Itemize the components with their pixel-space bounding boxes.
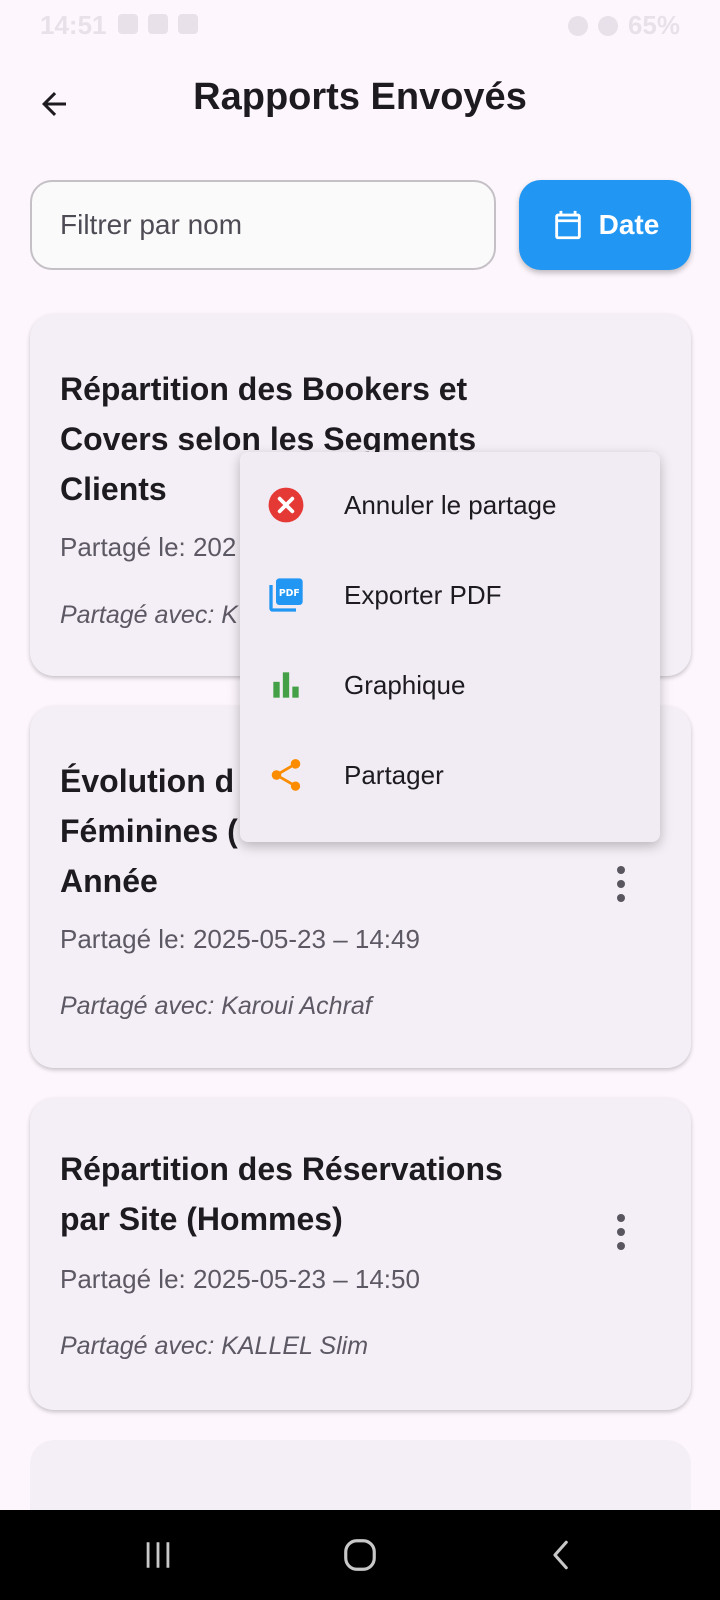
- menu-item-chart[interactable]: Graphique: [240, 640, 660, 730]
- system-back-button[interactable]: [532, 1532, 592, 1578]
- pdf-icon: PDF: [266, 575, 306, 615]
- report-shared-date: Partagé le: 202: [60, 532, 237, 562]
- lock-icon: [178, 14, 198, 34]
- date-filter-button[interactable]: Date: [519, 180, 691, 270]
- more-vert-icon: [617, 866, 625, 874]
- filter-name-input[interactable]: [30, 180, 496, 270]
- signal-icon: [597, 15, 618, 36]
- report-title: Répartition des Réservations par Site (H…: [60, 1151, 503, 1237]
- menu-item-share[interactable]: Partager: [240, 730, 660, 820]
- calendar-icon: [554, 210, 581, 240]
- report-shared-with: Partagé avec: K: [60, 601, 238, 629]
- battery-level: 65%: [627, 10, 680, 40]
- home-icon: [344, 1539, 376, 1571]
- share-icon: [266, 755, 306, 795]
- status-time: 14:51: [40, 10, 107, 40]
- report-card[interactable]: [30, 1440, 691, 1510]
- alarm-icon: [148, 14, 168, 34]
- date-button-label: Date: [598, 209, 660, 240]
- report-card[interactable]: Répartition des Réservations par Site (H…: [30, 1098, 691, 1410]
- menu-item-export-pdf[interactable]: PDF Exporter PDF: [240, 550, 660, 640]
- recent-apps-icon: [146, 1542, 170, 1568]
- report-shared-with: Partagé avec: KALLEL Slim: [60, 1332, 369, 1360]
- menu-item-label: Exporter PDF: [344, 579, 502, 610]
- gallery-icon: [118, 14, 138, 34]
- system-icons: 65%: [567, 10, 680, 41]
- wifi-icon: [567, 15, 588, 36]
- status-bar: 14:51 65%: [0, 0, 720, 56]
- more-vert-icon: [617, 1214, 625, 1222]
- report-context-menu: Annuler le partage PDF Exporter PDF Grap…: [240, 452, 660, 842]
- menu-item-cancel-share[interactable]: Annuler le partage: [240, 460, 660, 550]
- app-bar: Rapports Envoyés: [0, 56, 720, 156]
- recent-apps-button[interactable]: [128, 1532, 188, 1578]
- report-shared-date: Partagé le: 2025-05-23 – 14:49: [60, 924, 420, 954]
- notification-icons: [118, 14, 198, 34]
- chevron-left-icon: [553, 1540, 568, 1570]
- home-button[interactable]: [330, 1532, 390, 1578]
- menu-item-label: Partager: [344, 759, 444, 790]
- report-shared-date: Partagé le: 2025-05-23 – 14:50: [60, 1264, 420, 1294]
- more-options-button[interactable]: [601, 856, 641, 912]
- svg-text:PDF: PDF: [279, 588, 300, 599]
- page-title: Rapports Envoyés: [193, 76, 527, 118]
- cancel-icon: [266, 485, 306, 525]
- more-options-button[interactable]: [601, 1204, 641, 1260]
- system-nav-bar: [0, 1510, 720, 1600]
- menu-item-label: Annuler le partage: [344, 489, 557, 520]
- report-shared-with: Partagé avec: Karoui Achraf: [60, 992, 372, 1020]
- bar-chart-icon: [266, 665, 306, 705]
- menu-item-label: Graphique: [344, 669, 466, 700]
